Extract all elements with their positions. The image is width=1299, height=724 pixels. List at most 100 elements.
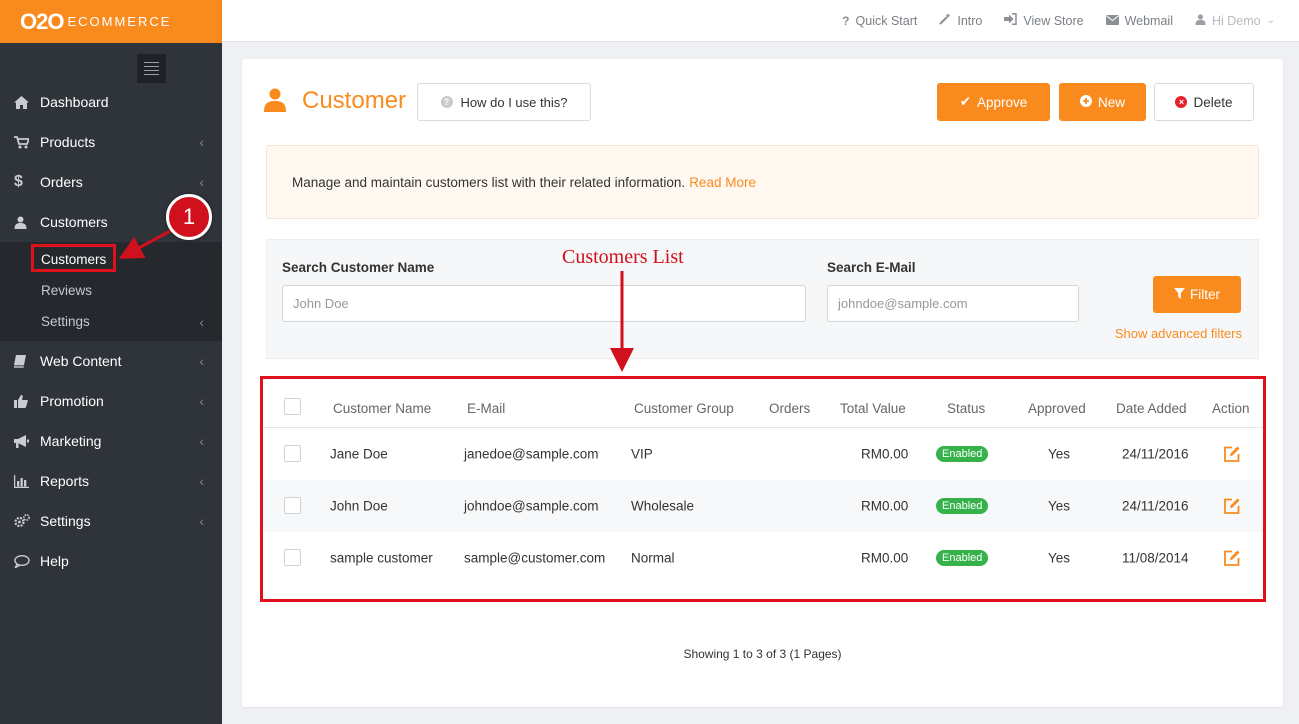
magic-wand-icon bbox=[939, 13, 951, 28]
chevron-left-icon: ‹ bbox=[199, 353, 204, 369]
header-email[interactable]: E-Mail bbox=[467, 401, 505, 416]
sidebar-item-label: Reports bbox=[40, 473, 90, 489]
search-email-input[interactable]: johndoe@sample.com bbox=[827, 285, 1079, 322]
intro-label: Intro bbox=[957, 13, 983, 28]
header-status[interactable]: Status bbox=[947, 401, 985, 416]
customer-name: Jane Doe bbox=[330, 446, 388, 462]
read-more-link[interactable]: Read More bbox=[689, 175, 756, 190]
chevron-down-icon: ⌄ bbox=[1266, 15, 1275, 26]
date-added: 11/08/2014 bbox=[1122, 550, 1189, 566]
customer-name: sample customer bbox=[330, 550, 433, 566]
comment-icon bbox=[14, 554, 40, 568]
new-button[interactable]: New bbox=[1059, 83, 1146, 121]
filter-label: Filter bbox=[1190, 287, 1220, 302]
annotation-step-badge: 1 bbox=[166, 194, 212, 240]
date-added: 24/11/2016 bbox=[1122, 446, 1189, 462]
gears-icon bbox=[14, 514, 40, 528]
chevron-left-icon: ‹ bbox=[199, 134, 204, 150]
home-icon bbox=[14, 95, 40, 109]
envelope-icon bbox=[1105, 14, 1119, 28]
view-store-label: View Store bbox=[1023, 13, 1084, 28]
how-to-button[interactable]: ? How do I use this? bbox=[417, 83, 591, 121]
header-orders[interactable]: Orders bbox=[769, 401, 810, 416]
submenu-item-reviews[interactable]: Reviews bbox=[0, 275, 222, 306]
plus-circle-icon bbox=[1079, 94, 1092, 110]
edit-icon[interactable] bbox=[1223, 445, 1241, 463]
annotation-highlight-box bbox=[31, 244, 116, 272]
customer-group: Normal bbox=[631, 550, 675, 566]
webmail-link[interactable]: Webmail bbox=[1105, 14, 1173, 28]
sidebar-item-settings[interactable]: Settings ‹ bbox=[0, 501, 222, 541]
chevron-left-icon: ‹ bbox=[199, 174, 204, 190]
dollar-icon: $ bbox=[14, 173, 23, 190]
customer-total: RM0.00 bbox=[861, 550, 909, 566]
delete-button[interactable]: × Delete bbox=[1154, 83, 1254, 121]
row-checkbox[interactable] bbox=[284, 445, 301, 462]
sidebar-item-help[interactable]: Help bbox=[0, 541, 222, 581]
edit-icon[interactable] bbox=[1223, 497, 1241, 515]
status-badge: Enabled bbox=[936, 446, 989, 462]
sidebar-item-label: Marketing bbox=[40, 433, 102, 449]
sidebar-item-marketing[interactable]: Marketing ‹ bbox=[0, 421, 222, 461]
header-total-value[interactable]: Total Value bbox=[840, 401, 906, 416]
logo[interactable]: O2O ECOMMERCE bbox=[0, 0, 222, 43]
page-header: Customer bbox=[264, 87, 406, 115]
advanced-filters-link[interactable]: Show advanced filters bbox=[1115, 326, 1242, 341]
page-title: Customer bbox=[302, 87, 407, 114]
edit-icon[interactable] bbox=[1223, 549, 1241, 567]
info-text: Manage and maintain customers list with … bbox=[292, 174, 686, 190]
chevron-left-icon: ‹ bbox=[199, 473, 204, 489]
logo-secondary: ECOMMERCE bbox=[67, 14, 172, 29]
customer-email: johndoe@sample.com bbox=[464, 498, 599, 514]
table-row[interactable]: Jane Doe janedoe@sample.com VIP RM0.00 E… bbox=[263, 428, 1263, 480]
customer-email: janedoe@sample.com bbox=[464, 446, 599, 462]
filter-button[interactable]: Filter bbox=[1153, 276, 1241, 313]
header-customer-group[interactable]: Customer Group bbox=[634, 401, 734, 416]
customer-total: RM0.00 bbox=[861, 498, 909, 514]
thumbs-up-icon bbox=[14, 394, 40, 408]
header-customer-name[interactable]: Customer Name bbox=[333, 401, 431, 416]
customer-group: Wholesale bbox=[631, 498, 695, 514]
user-icon bbox=[14, 216, 40, 229]
view-store-link[interactable]: View Store bbox=[1004, 13, 1084, 28]
menu-toggle-button[interactable] bbox=[137, 54, 166, 83]
question-circle-icon: ? bbox=[440, 96, 453, 108]
select-all-checkbox[interactable] bbox=[284, 398, 301, 415]
sidebar-item-reports[interactable]: Reports ‹ bbox=[0, 461, 222, 501]
chevron-left-icon: ‹ bbox=[199, 313, 204, 330]
header-approved[interactable]: Approved bbox=[1028, 401, 1086, 416]
user-menu[interactable]: Hi Demo ⌄ bbox=[1195, 14, 1275, 28]
cart-icon bbox=[14, 135, 40, 149]
sidebar-item-promotion[interactable]: Promotion ‹ bbox=[0, 381, 222, 421]
customer-total: RM0.00 bbox=[861, 446, 909, 462]
hamburger-line bbox=[144, 70, 159, 71]
annotation-list-label: Customers List bbox=[562, 246, 684, 268]
search-name-input[interactable]: John Doe bbox=[282, 285, 806, 322]
quick-start-link[interactable]: ? Quick Start bbox=[842, 14, 917, 28]
submenu-item-settings[interactable]: Settings ‹ bbox=[0, 306, 222, 337]
status-badge: Enabled bbox=[936, 498, 989, 514]
approve-label: Approve bbox=[977, 94, 1028, 110]
quick-start-label: Quick Start bbox=[855, 13, 918, 28]
sign-in-icon bbox=[1004, 13, 1018, 28]
header-action: Action bbox=[1212, 401, 1250, 416]
intro-link[interactable]: Intro bbox=[939, 13, 982, 28]
sidebar-item-label: Dashboard bbox=[40, 94, 109, 110]
sidebar-item-products[interactable]: Products ‹ bbox=[0, 122, 222, 162]
search-name-label: Search Customer Name bbox=[282, 260, 435, 275]
row-checkbox[interactable] bbox=[284, 497, 301, 514]
hamburger-icon bbox=[144, 62, 159, 63]
header-date-added[interactable]: Date Added bbox=[1116, 401, 1187, 416]
approve-button[interactable]: ✔ Approve bbox=[937, 83, 1050, 121]
customers-table: Customer Name E-Mail Customer Group Orde… bbox=[260, 376, 1266, 602]
pagination-info: Showing 1 to 3 of 3 (1 Pages) bbox=[683, 647, 842, 661]
table-row[interactable]: sample customer sample@customer.com Norm… bbox=[263, 532, 1263, 584]
row-checkbox[interactable] bbox=[284, 549, 301, 566]
date-added: 24/11/2016 bbox=[1122, 498, 1189, 514]
sidebar-item-dashboard[interactable]: Dashboard bbox=[0, 82, 222, 122]
check-icon: ✔ bbox=[959, 94, 971, 109]
table-row[interactable]: John Doe johndoe@sample.com Wholesale RM… bbox=[263, 480, 1263, 532]
filter-panel: Search Customer Name John Doe Search E-M… bbox=[266, 239, 1259, 359]
sidebar-item-web-content[interactable]: Web Content ‹ bbox=[0, 341, 222, 381]
sidebar-item-label: Customers bbox=[40, 214, 108, 230]
